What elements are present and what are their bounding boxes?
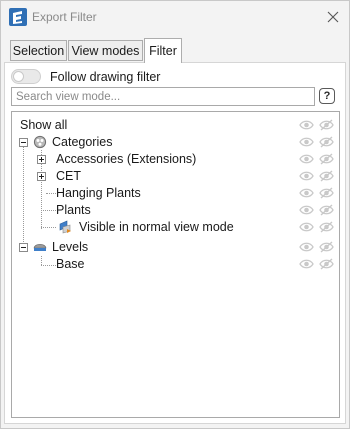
help-button[interactable]: ? [319,88,335,104]
eye-off-icon[interactable] [319,187,334,199]
close-icon [327,11,339,23]
tree-row-cet[interactable]: CET [12,168,339,185]
eye-off-icon[interactable] [319,170,334,182]
categories-icon [33,135,47,149]
follow-drawing-filter-label: Follow drawing filter [50,70,161,84]
toggle-knob [13,71,24,82]
search-view-mode-input[interactable] [11,87,315,106]
eye-off-icon[interactable] [319,258,334,270]
eye-off-icon[interactable] [319,136,334,148]
filter-tree[interactable]: Show all Categories Accessories (Extensi… [11,111,340,418]
view-mode-icon [59,220,71,234]
eye-icon[interactable] [299,136,314,148]
tree-row-categories[interactable]: Categories [12,134,339,151]
tree-row-levels[interactable]: Levels [12,239,339,256]
plants-label: Plants [56,203,91,217]
app-logo-icon [9,8,27,26]
eye-icon[interactable] [299,241,314,253]
follow-drawing-filter-toggle[interactable] [11,69,41,84]
show-all-label: Show all [20,118,68,132]
collapse-toggle[interactable] [19,243,28,252]
levels-label: Levels [52,240,89,254]
collapse-toggle[interactable] [19,138,28,147]
eye-off-icon[interactable] [319,204,334,216]
tree-row-plants[interactable]: Plants [12,202,339,219]
eye-icon[interactable] [299,170,314,182]
tab-view-modes[interactable]: View modes [68,40,143,61]
eye-icon[interactable] [299,119,314,131]
close-button[interactable] [323,7,343,27]
visible-normal-view-label: Visible in normal view mode [79,220,234,234]
tree-row-base[interactable]: Base [12,256,339,273]
tree-row-accessories[interactable]: Accessories (Extensions) [12,151,339,168]
categories-label: Categories [52,135,113,149]
tree-row-show-all[interactable]: Show all [12,117,339,134]
tab-label: Filter [149,44,177,58]
export-filter-dialog: Export Filter Selection View modes Filte… [0,0,350,429]
eye-off-icon[interactable] [319,119,334,131]
expand-toggle[interactable] [37,172,46,181]
eye-icon[interactable] [299,221,314,233]
expand-toggle[interactable] [37,155,46,164]
title-bar: Export Filter [1,1,349,33]
accessories-label: Accessories (Extensions) [56,152,197,166]
levels-icon [33,243,47,251]
eye-icon[interactable] [299,204,314,216]
cet-label: CET [56,169,81,183]
tree-row-hanging-plants[interactable]: Hanging Plants [12,185,339,202]
base-label: Base [56,257,85,271]
hanging-plants-label: Hanging Plants [56,186,141,200]
tab-label: View modes [71,43,140,58]
eye-off-icon[interactable] [319,241,334,253]
eye-icon[interactable] [299,187,314,199]
help-icon: ? [323,90,331,102]
tree-row-visible-normal-view[interactable]: Visible in normal view mode [12,219,339,236]
tab-filter[interactable]: Filter [144,38,182,63]
eye-icon[interactable] [299,258,314,270]
window-title: Export Filter [32,10,97,24]
tab-selection[interactable]: Selection [10,40,67,61]
eye-off-icon[interactable] [319,221,334,233]
tab-label: Selection [12,43,65,58]
eye-off-icon[interactable] [319,153,334,165]
eye-icon[interactable] [299,153,314,165]
